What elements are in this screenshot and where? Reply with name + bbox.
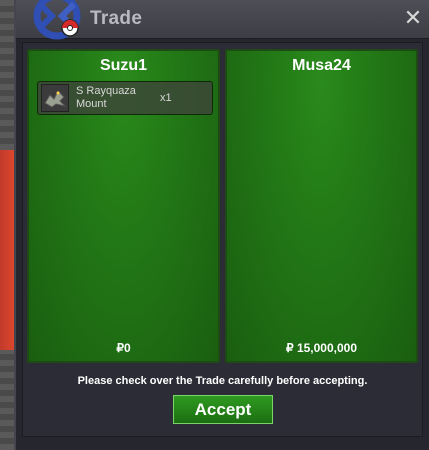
window-title: Trade [90, 8, 143, 29]
trade-content: Suzu1 S Rayquaza Mount x1 ₽0 Musa24 ₽ 15… [22, 42, 423, 437]
currency-symbol: ₽ [116, 341, 124, 355]
currency-symbol: ₽ [285, 341, 294, 355]
title-bar[interactable]: Trade ✕ [16, 0, 429, 40]
player-name-right: Musa24 [292, 57, 351, 74]
money-amount-left: 0 [123, 341, 131, 355]
money-offer-left: ₽0 [29, 341, 218, 355]
trade-notice: Please check over the Trade carefully be… [77, 375, 368, 387]
close-icon[interactable]: ✕ [403, 8, 423, 30]
player-name-left: Suzu1 [99, 57, 148, 74]
trade-window: Trade ✕ Suzu1 S Rayquaza Mount x1 ₽0 Mus… [14, 0, 429, 450]
trade-panel-self: Suzu1 S Rayquaza Mount x1 ₽0 [27, 49, 220, 363]
rayquaza-mount-icon [41, 84, 69, 112]
pokeball-logo-icon [33, 0, 81, 40]
item-quantity: x1 [160, 92, 172, 104]
money-amount-right: 15,000,000 [296, 341, 358, 355]
money-offer-right: ₽ 15,000,000 [227, 341, 416, 355]
item-name: S Rayquaza Mount [76, 85, 136, 110]
accept-button[interactable]: Accept [173, 395, 273, 424]
trade-item-slot[interactable]: S Rayquaza Mount x1 [37, 81, 213, 115]
trade-panel-partner: Musa24 ₽ 15,000,000 [225, 49, 418, 363]
